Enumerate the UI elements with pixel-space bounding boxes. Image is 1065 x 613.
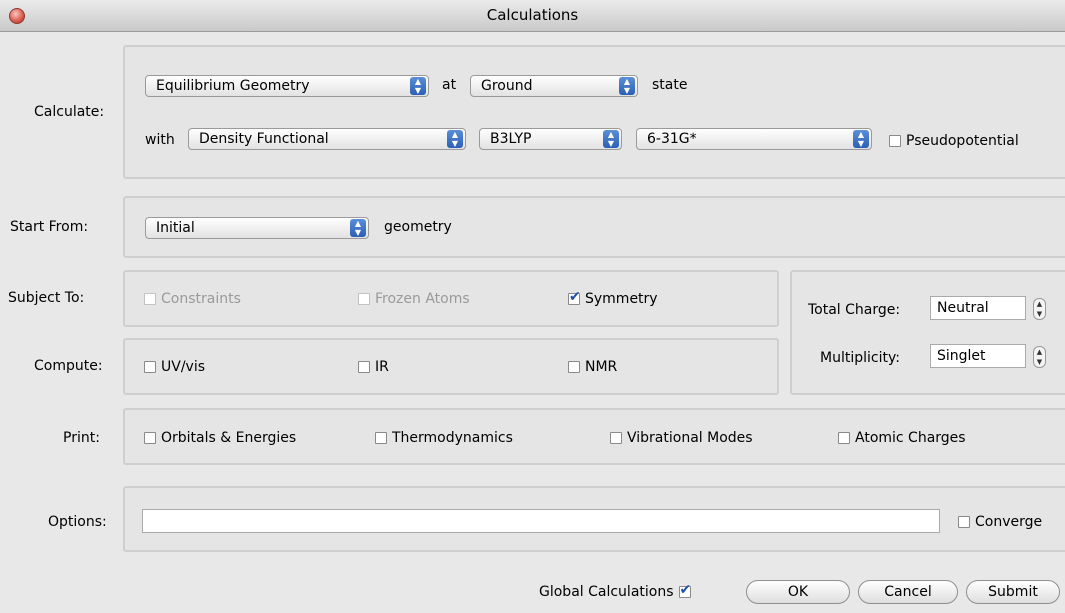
checkbox-icon	[375, 432, 387, 444]
basis-set-select[interactable]: 6-31G* ▲ ▼	[636, 128, 872, 150]
checkbox-icon	[610, 432, 622, 444]
state-value: Ground	[481, 78, 533, 94]
charge-panel	[790, 270, 1065, 395]
total-charge-label: Total Charge:	[808, 302, 901, 318]
thermodynamics-checkbox[interactable]: Thermodynamics	[375, 430, 513, 446]
calculate-panel	[123, 45, 1065, 179]
vibrational-modes-label: Vibrational Modes	[627, 430, 753, 446]
basis-set-value: 6-31G*	[647, 131, 697, 147]
state-select[interactable]: Ground ▲ ▼	[470, 75, 638, 97]
compute-panel	[123, 338, 779, 395]
uvvis-checkbox[interactable]: UV/vis	[144, 359, 205, 375]
functional-value: B3LYP	[490, 131, 532, 147]
multiplicity-stepper[interactable]: ▲ ▼	[1033, 346, 1046, 368]
method-value: Density Functional	[199, 131, 329, 147]
pseudopotential-label: Pseudopotential	[906, 133, 1019, 149]
title-bar: Calculations	[0, 0, 1065, 32]
frozen-atoms-checkbox[interactable]: Frozen Atoms	[358, 291, 470, 307]
options-label: Options:	[48, 514, 107, 530]
at-text: at	[442, 77, 457, 93]
compute-label: Compute:	[34, 358, 103, 374]
frozen-atoms-label: Frozen Atoms	[375, 291, 470, 307]
total-charge-stepper[interactable]: ▲ ▼	[1033, 298, 1046, 320]
checkbox-icon	[889, 135, 901, 147]
start-from-label: Start From:	[10, 219, 89, 235]
submit-button[interactable]: Submit	[966, 580, 1060, 604]
uvvis-label: UV/vis	[161, 359, 206, 375]
ir-label: IR	[375, 359, 389, 375]
thermodynamics-label: Thermodynamics	[392, 430, 513, 446]
window-title: Calculations	[486, 6, 579, 24]
print-label: Print:	[63, 430, 100, 446]
checkmark-icon	[568, 289, 581, 305]
checkbox-icon	[144, 293, 156, 305]
checkbox-icon	[358, 361, 370, 373]
start-geometry-value: Initial	[156, 220, 195, 236]
converge-checkbox[interactable]: Converge	[958, 514, 1042, 530]
checkbox-icon	[144, 432, 156, 444]
checkbox-icon	[144, 361, 156, 373]
global-calculations-label: Global Calculations	[539, 584, 674, 600]
chevron-updown-icon: ▲ ▼	[603, 130, 619, 148]
checkbox-icon	[358, 293, 370, 305]
symmetry-checkbox[interactable]: Symmetry	[568, 289, 658, 307]
symmetry-label: Symmetry	[585, 291, 658, 307]
geometry-text: geometry	[384, 219, 452, 235]
calculation-type-value: Equilibrium Geometry	[156, 78, 310, 94]
state-text: state	[652, 77, 688, 93]
cancel-button[interactable]: Cancel	[858, 580, 958, 604]
method-select[interactable]: Density Functional ▲ ▼	[188, 128, 466, 150]
subject-to-label: Subject To:	[8, 290, 85, 306]
checkbox-icon	[568, 361, 580, 373]
converge-label: Converge	[975, 514, 1043, 530]
calculation-type-select[interactable]: Equilibrium Geometry ▲ ▼	[145, 75, 429, 97]
atomic-charges-label: Atomic Charges	[855, 430, 966, 446]
calculate-label: Calculate:	[34, 104, 105, 120]
vibrational-modes-checkbox[interactable]: Vibrational Modes	[610, 430, 753, 446]
multiplicity-label: Multiplicity:	[820, 350, 900, 366]
chevron-updown-icon: ▲ ▼	[350, 219, 366, 237]
ir-checkbox[interactable]: IR	[358, 359, 389, 375]
chevron-updown-icon: ▲ ▼	[410, 77, 426, 95]
atomic-charges-checkbox[interactable]: Atomic Charges	[838, 430, 966, 446]
checkbox-icon	[838, 432, 850, 444]
with-text: with	[145, 132, 175, 148]
global-calculations-checkbox[interactable]: Global Calculations	[539, 582, 691, 600]
start-geometry-select[interactable]: Initial ▲ ▼	[145, 217, 369, 239]
nmr-checkbox[interactable]: NMR	[568, 359, 617, 375]
constraints-label: Constraints	[161, 291, 241, 307]
orbitals-energies-label: Orbitals & Energies	[161, 430, 297, 446]
functional-select[interactable]: B3LYP ▲ ▼	[479, 128, 622, 150]
orbitals-energies-checkbox[interactable]: Orbitals & Energies	[144, 430, 296, 446]
constraints-checkbox[interactable]: Constraints	[144, 291, 241, 307]
checkmark-icon	[678, 582, 691, 598]
options-input[interactable]	[142, 509, 940, 533]
pseudopotential-checkbox[interactable]: Pseudopotential	[889, 133, 1019, 149]
chevron-updown-icon: ▲ ▼	[619, 77, 635, 95]
ok-button[interactable]: OK	[746, 580, 850, 604]
total-charge-field[interactable]: Neutral	[930, 296, 1026, 320]
chevron-updown-icon: ▲ ▼	[853, 130, 869, 148]
nmr-label: NMR	[585, 359, 618, 375]
checkbox-icon	[958, 516, 970, 528]
multiplicity-field[interactable]: Singlet	[930, 344, 1026, 368]
chevron-updown-icon: ▲ ▼	[447, 130, 463, 148]
